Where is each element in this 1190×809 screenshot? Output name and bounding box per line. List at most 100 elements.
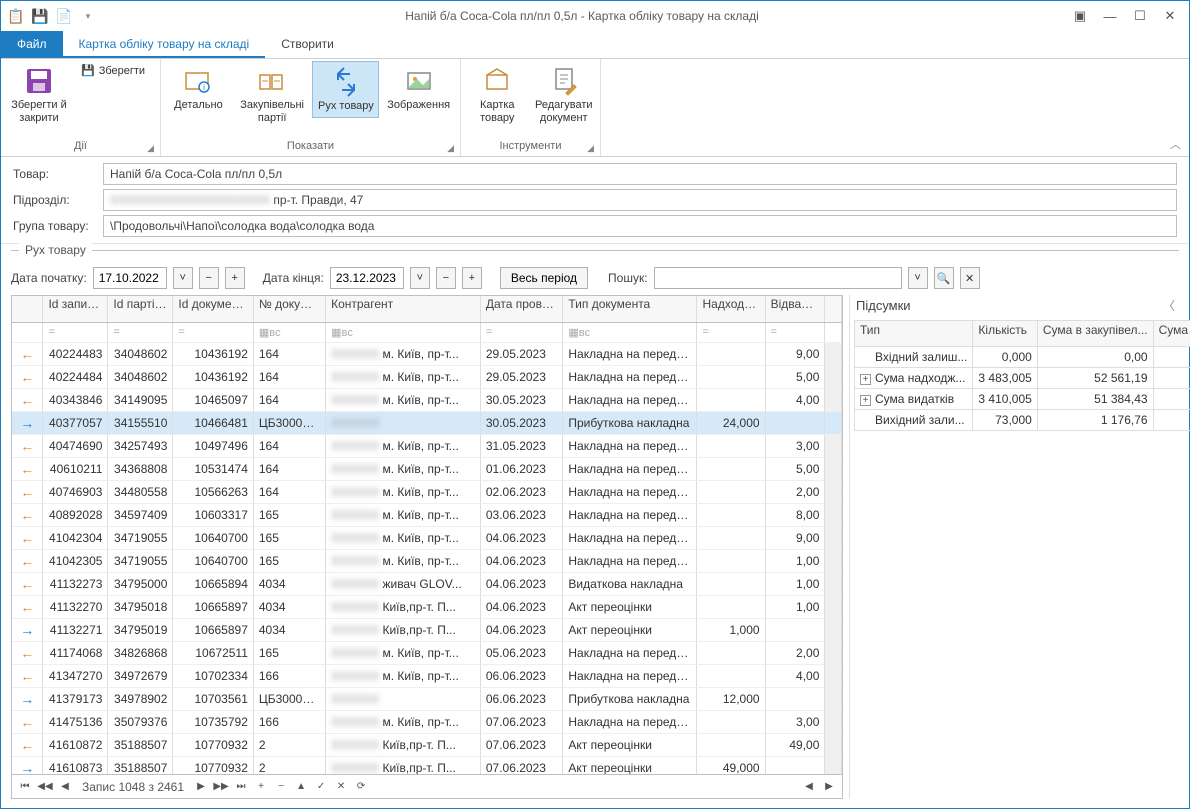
summary-col-buy[interactable]: Сума в закупівел... [1037, 321, 1153, 347]
table-row[interactable]: →4113227134795019106658974034XXXXXX Київ… [12, 618, 842, 641]
summary-col-qty[interactable]: Кількість [973, 321, 1037, 347]
search-input[interactable] [654, 267, 902, 289]
date-to-plus[interactable]: + [462, 267, 482, 289]
table-row[interactable]: ←410423043471905510640700165XXXXXX м. Ки… [12, 526, 842, 549]
summary-row[interactable]: +Сума надходж...3 483,00552 561,19134 36… [855, 368, 1190, 389]
hscroll-right-icon[interactable]: ▶ [820, 778, 838, 796]
movement-grid[interactable]: Id запису журналу... Id партії товару Id… [12, 296, 842, 774]
qat-refresh-icon[interactable]: 📄 [55, 7, 73, 25]
summary-col-type[interactable]: Тип [855, 321, 973, 347]
nav-edit-icon[interactable]: ▲ [292, 778, 310, 796]
grid-filter-row[interactable]: = = = ▦вc ▦вc = ▦вc = = [12, 322, 842, 342]
tab-create[interactable]: Створити [265, 31, 350, 58]
col-date[interactable]: Дата проведення [480, 296, 563, 322]
tools-dialog-launcher-icon[interactable]: ◢ [587, 143, 594, 154]
table-row[interactable]: ←410423053471905510640700165XXXXXX м. Ки… [12, 549, 842, 572]
window-pin-icon[interactable]: ▣ [1067, 5, 1093, 27]
nav-prev-icon[interactable]: ◀ [56, 778, 74, 796]
table-row[interactable]: ←403438463414909510465097164XXXXXX м. Ки… [12, 388, 842, 411]
nav-commit-icon[interactable]: ✓ [312, 778, 330, 796]
window-minimize-icon[interactable]: — [1097, 5, 1123, 27]
tab-card[interactable]: Картка обліку товару на складі [63, 31, 266, 58]
table-row[interactable]: ←408920283459740910603317165XXXXXX м. Ки… [12, 503, 842, 526]
search-dropdown[interactable]: ˅ [908, 267, 928, 289]
table-row[interactable]: ←4113227034795018106658974034XXXXXX Київ… [12, 595, 842, 618]
edit-document-button[interactable]: Редагувати документ [532, 61, 597, 129]
summary-row[interactable]: Вихідний зали...73,0001 176,763 285,00 [855, 410, 1190, 431]
qat-save-icon[interactable]: 💾 [31, 7, 49, 25]
date-from-plus[interactable]: + [225, 267, 245, 289]
date-from-dropdown[interactable]: ˅ [173, 267, 193, 289]
nav-refresh-icon[interactable]: ⟳ [352, 778, 370, 796]
date-from-input[interactable] [93, 267, 167, 289]
batches-button[interactable]: Закупівельні партії [234, 61, 311, 129]
summary-table[interactable]: Тип Кількість Сума в закупівел... Сума в… [854, 320, 1190, 431]
summary-col-retail[interactable]: Сума в роздрібних... [1153, 321, 1190, 347]
search-find-icon[interactable]: 🔍 [934, 267, 954, 289]
save-icon: 💾 [81, 64, 95, 77]
table-row[interactable]: →4161087335188507107709322XXXXXX Київ,пр… [12, 756, 842, 774]
table-row[interactable]: ←4113227334795000106658944034XXXXXX жива… [12, 572, 842, 595]
date-to-label: Дата кінця: [263, 271, 324, 285]
ribbon-collapse-icon[interactable]: ︿ [1170, 136, 1181, 152]
table-row[interactable]: →403770573415551010466481ЦБ300087...XXXX… [12, 411, 842, 434]
window-close-icon[interactable]: ✕ [1157, 5, 1183, 27]
table-row[interactable]: ←402244833404860210436192164XXXXXX м. Ки… [12, 342, 842, 365]
product-field[interactable]: Напій б/а Coca-Cola пл/пл 0,5л [103, 163, 1177, 185]
nav-next-icon[interactable]: ▶ [192, 778, 210, 796]
group-field[interactable]: \Продовольчі\Напої\солодка вода\солодка … [103, 215, 1177, 237]
summary-collapse-icon[interactable]: 〈 [1163, 297, 1175, 314]
table-row[interactable]: ←404746903425749310497496164XXXXXX м. Ки… [12, 434, 842, 457]
col-income[interactable]: Надходження [697, 296, 765, 322]
date-to-minus[interactable]: − [436, 267, 456, 289]
table-row[interactable]: ←411740683482686810672511165XXXXXX м. Ки… [12, 641, 842, 664]
nav-last-icon[interactable]: ⏭ [232, 778, 250, 796]
movement-button[interactable]: Рух товару [312, 61, 379, 118]
summary-row[interactable]: Вхідний залиш...0,0000,000,00 [855, 347, 1190, 368]
date-from-minus[interactable]: − [199, 267, 219, 289]
group-tools-label: Інструменти [500, 140, 562, 152]
nav-prev-page-icon[interactable]: ◀◀ [36, 778, 54, 796]
table-row[interactable]: ←407469033448055810566263164XXXXXX м. Ки… [12, 480, 842, 503]
table-row[interactable]: ←402244843404860210436192164XXXXXX м. Ки… [12, 365, 842, 388]
hscroll-left-icon[interactable]: ◀ [800, 778, 818, 796]
group-label: Група товару: [13, 219, 95, 233]
expander-icon[interactable]: + [860, 374, 871, 385]
date-to-input[interactable] [330, 267, 404, 289]
movement-icon [330, 66, 362, 98]
qat-paste-icon[interactable]: 📋 [7, 7, 25, 25]
window-maximize-icon[interactable]: ☐ [1127, 5, 1153, 27]
table-row[interactable]: ←413472703497267910702334166XXXXXX м. Ки… [12, 664, 842, 687]
nav-next-page-icon[interactable]: ▶▶ [212, 778, 230, 796]
show-dialog-launcher-icon[interactable]: ◢ [447, 143, 454, 154]
save-and-close-button[interactable]: Зберегти й закрити [5, 61, 73, 129]
col-outcome[interactable]: Відвантаження [765, 296, 825, 322]
qat-dropdown-icon[interactable]: ▾ [79, 7, 97, 25]
department-field[interactable]: XXXXXXXXXXXXXXXXXXXX пр-т. Правди, 47 [103, 189, 1177, 211]
col-id-batch[interactable]: Id партії товару [108, 296, 173, 322]
table-row[interactable]: ←4161087235188507107709322XXXXXX Київ,пр… [12, 733, 842, 756]
nav-first-icon[interactable]: ⏮ [16, 778, 34, 796]
full-period-button[interactable]: Весь період [500, 267, 588, 289]
actions-dialog-launcher-icon[interactable]: ◢ [147, 143, 154, 154]
table-row[interactable]: →413791733497890210703561ЦБ300094...XXXX… [12, 687, 842, 710]
tab-file[interactable]: Файл [1, 31, 63, 58]
nav-cancel-icon[interactable]: ✕ [332, 778, 350, 796]
table-row[interactable]: ←406102113436880810531474164XXXXXX м. Ки… [12, 457, 842, 480]
product-card-button[interactable]: Картка товару [465, 61, 530, 129]
expander-icon[interactable]: + [860, 395, 871, 406]
col-id-doc[interactable]: Id документа ▴ [173, 296, 253, 322]
col-counterparty[interactable]: Контрагент [326, 296, 481, 322]
images-button[interactable]: Зображення [381, 61, 456, 116]
date-to-dropdown[interactable]: ˅ [410, 267, 430, 289]
save-button[interactable]: 💾 Зберегти [75, 61, 151, 80]
search-clear-icon[interactable]: ✕ [960, 267, 980, 289]
col-doc-type[interactable]: Тип документа [563, 296, 697, 322]
col-id-journal[interactable]: Id запису журналу... [43, 296, 108, 322]
table-row[interactable]: ←414751363507937610735792166XXXXXX м. Ки… [12, 710, 842, 733]
nav-remove-icon[interactable]: − [272, 778, 290, 796]
summary-row[interactable]: +Сума видатків3 410,00551 384,43131 077,… [855, 389, 1190, 410]
col-n-doc[interactable]: № документа [253, 296, 325, 322]
detail-button[interactable]: i Детально [165, 61, 232, 116]
nav-add-icon[interactable]: + [252, 778, 270, 796]
